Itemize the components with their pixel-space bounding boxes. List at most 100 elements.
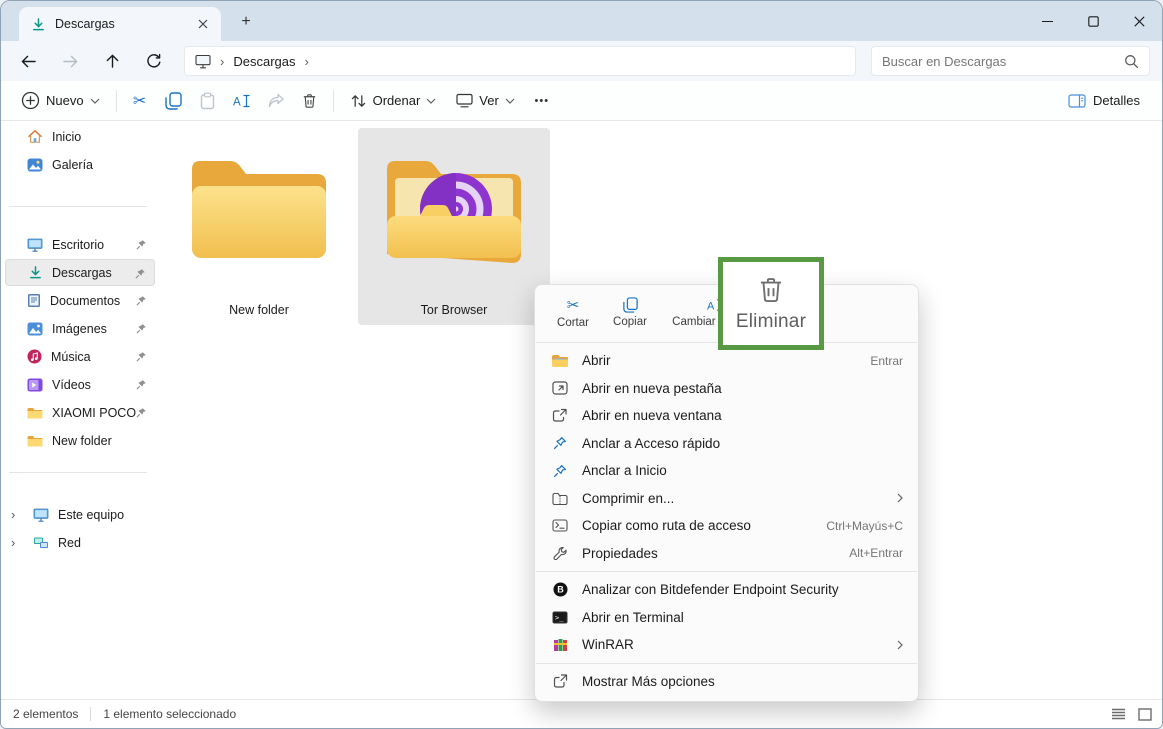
more-options-icon	[549, 674, 571, 688]
tree-chevron-icon[interactable]: ›	[11, 535, 15, 550]
search-box[interactable]	[871, 46, 1150, 76]
menu-item-comprimir-en[interactable]: Comprimir en...	[540, 485, 913, 513]
ellipsis-icon: •••	[535, 95, 550, 107]
details-pane-button[interactable]: Detalles	[1060, 85, 1148, 117]
tab-descargas[interactable]: Descargas	[19, 7, 221, 41]
menu-item-label: Abrir en nueva ventana	[582, 408, 903, 423]
copy-icon	[623, 297, 638, 313]
menu-item-label: Copiar como ruta de acceso	[582, 518, 814, 533]
file-label: Tor Browser	[421, 303, 488, 317]
sidebar-item-xiaomi-poco-f[interactable]: XIAOMI POCO F	[5, 399, 155, 426]
details-pane-label: Detalles	[1093, 93, 1140, 108]
menu-item-winrar[interactable]: WinRAR	[540, 631, 913, 659]
delete-button[interactable]	[293, 85, 327, 117]
cut-button[interactable]: ✂	[123, 85, 157, 117]
this-pc-icon[interactable]	[195, 54, 211, 69]
download-icon	[28, 265, 43, 280]
breadcrumb-descargas[interactable]: Descargas	[233, 54, 295, 69]
search-icon[interactable]	[1124, 54, 1139, 69]
sidebar-item-new-folder[interactable]: New folder	[5, 427, 155, 454]
menu-item-mostrar-mas-opciones[interactable]: Mostrar Más opciones	[540, 668, 913, 696]
submenu-chevron-icon	[897, 493, 903, 503]
address-bar[interactable]: › Descargas ›	[184, 46, 856, 76]
sidebar-item-red[interactable]: › Red	[5, 529, 155, 556]
sidebar-item-videos[interactable]: Vídeos	[5, 371, 155, 398]
menu-item-copiar-ruta[interactable]: Copiar como ruta de acceso Ctrl+Mayús+C	[540, 512, 913, 540]
sidebar-item-label: Vídeos	[52, 378, 91, 392]
cut-menu-button[interactable]: ✂ Cortar	[545, 295, 601, 331]
menu-item-anclar-inicio[interactable]: Anclar a Inicio	[540, 457, 913, 485]
up-button[interactable]	[97, 46, 127, 76]
terminal-icon: >_	[549, 611, 571, 624]
trash-icon	[756, 274, 786, 306]
back-button[interactable]	[13, 46, 43, 76]
home-icon	[27, 129, 43, 144]
svg-text:B: B	[557, 585, 564, 595]
music-icon	[27, 349, 42, 364]
menu-item-abrir-terminal[interactable]: >_ Abrir en Terminal	[540, 604, 913, 632]
minimize-button[interactable]	[1024, 1, 1070, 41]
svg-text:A: A	[233, 96, 241, 108]
sidebar-item-escritorio[interactable]: Escritorio	[5, 231, 155, 258]
computer-icon	[33, 508, 49, 522]
sidebar-item-imagenes[interactable]: Imágenes	[5, 315, 155, 342]
tab-close-icon[interactable]	[193, 14, 213, 34]
menu-separator	[536, 571, 917, 572]
trash-icon	[301, 92, 318, 110]
list-view-icon[interactable]	[1111, 708, 1126, 720]
forward-button[interactable]	[55, 46, 85, 76]
sidebar-item-musica[interactable]: Música	[5, 343, 155, 370]
quick-action-label: Copiar	[613, 316, 647, 328]
refresh-button[interactable]	[139, 46, 169, 76]
quick-action-label: Cortar	[557, 317, 589, 329]
sidebar-item-galeria[interactable]: Galería	[5, 151, 155, 178]
menu-item-label: Mostrar Más opciones	[582, 674, 903, 689]
copy-button[interactable]	[157, 85, 191, 117]
folder-closed-icon	[183, 146, 335, 268]
menu-item-propiedades[interactable]: Propiedades Alt+Entrar	[540, 540, 913, 568]
sidebar-item-label: Galería	[52, 158, 93, 172]
scissors-icon: ✂	[567, 297, 580, 314]
videos-icon	[27, 378, 43, 392]
breadcrumb-chevron-icon: ›	[220, 54, 224, 69]
search-input[interactable]	[882, 54, 1124, 69]
sidebar-item-label: Inicio	[52, 130, 81, 144]
menu-item-label: Comprimir en...	[582, 491, 897, 506]
breadcrumb-chevron-icon[interactable]: ›	[304, 54, 308, 69]
scissors-icon: ✂	[133, 91, 146, 111]
large-icons-view-icon[interactable]	[1138, 708, 1152, 721]
sort-button[interactable]: Ordenar	[340, 85, 447, 117]
pin-icon	[136, 407, 147, 418]
sidebar-item-documentos[interactable]: Documentos	[5, 287, 155, 314]
menu-item-anclar-acceso-rapido[interactable]: Anclar a Acceso rápido	[540, 430, 913, 458]
menu-item-abrir-nueva-ventana[interactable]: Abrir en nueva ventana	[540, 402, 913, 430]
chevron-down-icon	[505, 98, 515, 104]
tab-bar: Descargas +	[1, 1, 1162, 41]
sidebar-item-label: New folder	[52, 434, 112, 448]
sidebar-item-este-equipo[interactable]: › Este equipo	[5, 501, 155, 528]
maximize-button[interactable]	[1070, 1, 1116, 41]
close-button[interactable]	[1116, 1, 1162, 41]
menu-item-abrir-nueva-pestana[interactable]: Abrir en nueva pestaña	[540, 375, 913, 403]
paste-button[interactable]	[191, 85, 225, 117]
more-commands-button[interactable]: •••	[525, 85, 559, 117]
sidebar: Inicio Galería Escritorio Descargas	[1, 122, 161, 699]
file-item-tor-browser[interactable]: Tor Browser	[358, 128, 550, 325]
eliminar-highlight-box[interactable]: Eliminar	[718, 257, 824, 350]
file-item-new-folder[interactable]: New folder	[163, 128, 355, 325]
svg-text:>_: >_	[555, 614, 564, 622]
share-button[interactable]	[259, 85, 293, 117]
tree-chevron-icon[interactable]: ›	[11, 507, 15, 522]
rename-button[interactable]: A	[225, 85, 259, 117]
view-button[interactable]: Ver	[446, 85, 525, 117]
new-button[interactable]: Nuevo	[11, 85, 110, 117]
navigation-bar: › Descargas ›	[1, 41, 1162, 81]
sidebar-item-descargas[interactable]: Descargas	[5, 259, 155, 286]
copy-icon	[165, 92, 182, 110]
sidebar-item-inicio[interactable]: Inicio	[5, 123, 155, 150]
new-tab-button[interactable]: +	[233, 10, 259, 34]
view-icon	[456, 93, 473, 108]
menu-item-bitdefender[interactable]: B Analizar con Bitdefender Endpoint Secu…	[540, 576, 913, 604]
menu-item-abrir[interactable]: Abrir Entrar	[540, 347, 913, 375]
copy-menu-button[interactable]: Copiar	[601, 295, 659, 330]
